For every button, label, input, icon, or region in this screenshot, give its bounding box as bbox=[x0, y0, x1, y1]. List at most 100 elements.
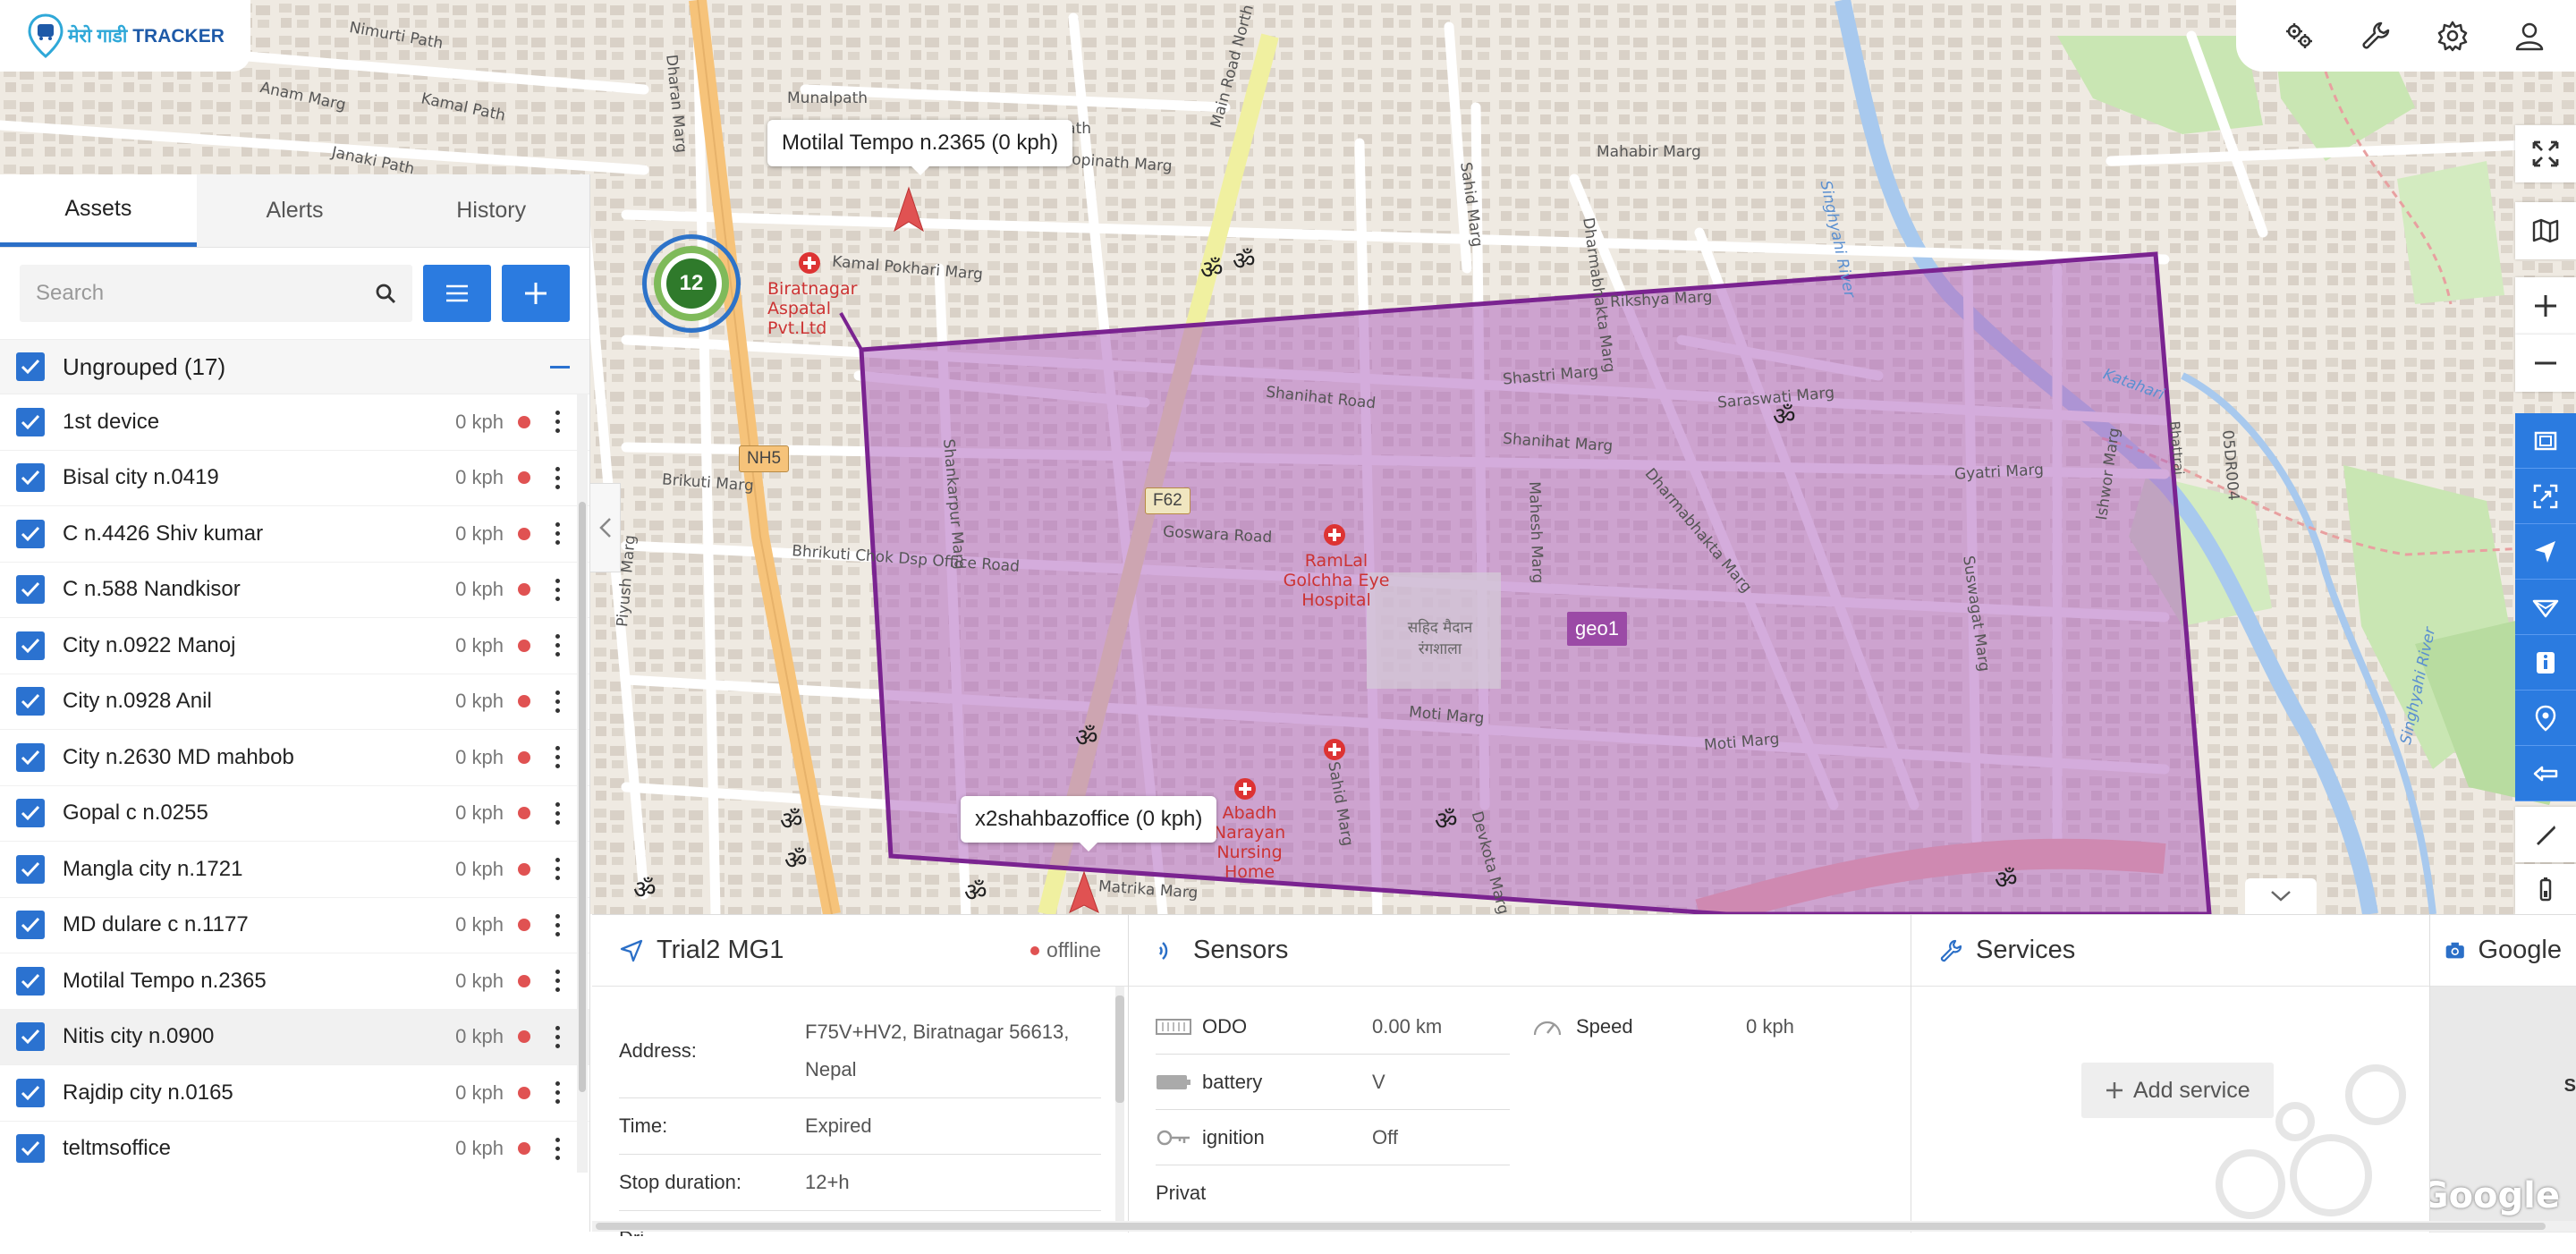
asset-row[interactable]: Gopal c n.0255 0 kph bbox=[0, 786, 589, 842]
asset-list[interactable]: 1st device 0 kph Bisal city n.0419 0 kph C n… bbox=[0, 394, 589, 1173]
sidebar-collapse-handle[interactable] bbox=[590, 483, 621, 572]
zoom-out-button[interactable] bbox=[2515, 335, 2576, 392]
asset-info-title: Trial2 MG1 bbox=[657, 936, 784, 964]
more-options-icon[interactable] bbox=[555, 1137, 561, 1160]
geofence-label[interactable]: geo1 bbox=[1567, 612, 1627, 646]
list-view-button[interactable] bbox=[423, 265, 491, 322]
gear-icon[interactable] bbox=[2436, 20, 2469, 52]
more-options-icon[interactable] bbox=[555, 913, 561, 936]
tool-geofence[interactable] bbox=[2515, 746, 2576, 801]
check-icon bbox=[21, 1085, 40, 1100]
more-options-icon[interactable] bbox=[555, 411, 561, 434]
asset-row[interactable]: Rajdip city n.0165 0 kph bbox=[0, 1065, 589, 1122]
tab-assets[interactable]: Assets bbox=[0, 174, 197, 247]
tab-history[interactable]: History bbox=[393, 174, 590, 247]
tool-measure[interactable] bbox=[2515, 807, 2576, 862]
asset-checkbox[interactable] bbox=[16, 687, 45, 716]
wrench-icon[interactable] bbox=[2360, 20, 2392, 52]
asset-row[interactable]: MD dulare c n.1177 0 kph bbox=[0, 898, 589, 953]
vehicle-popup-x2shahbaz[interactable]: x2shahbazoffice (0 kph) bbox=[961, 796, 1217, 852]
asset-list-scrollbar[interactable] bbox=[577, 394, 588, 1173]
more-options-icon[interactable] bbox=[555, 522, 561, 546]
asset-checkbox[interactable] bbox=[16, 742, 45, 772]
bottom-info-panels: Trial2 MG1 offline Address: F75V+HV2, Bir… bbox=[592, 914, 2576, 1236]
tool-route[interactable] bbox=[2515, 580, 2576, 635]
asset-checkbox[interactable] bbox=[16, 1078, 45, 1107]
asset-speed: 0 kph bbox=[455, 913, 504, 936]
fullscreen-button[interactable] bbox=[2515, 125, 2576, 182]
asset-row[interactable]: 1st device 0 kph bbox=[0, 394, 589, 451]
asset-checkbox[interactable] bbox=[16, 575, 45, 605]
tool-battery[interactable] bbox=[2515, 864, 2576, 914]
more-options-icon[interactable] bbox=[555, 690, 561, 713]
tool-poi[interactable] bbox=[2515, 691, 2576, 746]
add-asset-button[interactable] bbox=[502, 265, 570, 322]
tool-focus[interactable] bbox=[2515, 469, 2576, 524]
asset-speed: 0 kph bbox=[455, 633, 504, 657]
asset-row[interactable]: Bisal city n.0419 0 kph bbox=[0, 451, 589, 506]
more-options-icon[interactable] bbox=[555, 1081, 561, 1105]
asset-checkbox[interactable] bbox=[16, 463, 45, 493]
bottom-panel-toggle[interactable] bbox=[2245, 878, 2317, 914]
tab-alerts[interactable]: Alerts bbox=[196, 174, 394, 247]
asset-checkbox[interactable] bbox=[16, 854, 45, 884]
asset-row[interactable]: City n.0928 Anil 0 kph bbox=[0, 674, 589, 730]
group-header-ungrouped[interactable]: Ungrouped (17) bbox=[0, 339, 589, 394]
temple-icon: ॐ bbox=[1995, 865, 2018, 894]
add-service-button[interactable]: Add service bbox=[2081, 1063, 2274, 1118]
asset-info-scrollbar[interactable] bbox=[1115, 987, 1124, 1228]
asset-checkbox[interactable] bbox=[16, 799, 45, 828]
asset-row[interactable]: City n.0922 Manoj 0 kph bbox=[0, 618, 589, 674]
more-options-icon[interactable] bbox=[555, 466, 561, 489]
asset-row[interactable]: Mangla city n.1721 0 kph bbox=[0, 842, 589, 898]
search-icon[interactable] bbox=[375, 283, 396, 304]
asset-row[interactable]: Motilal Tempo n.2365 0 kph bbox=[0, 953, 589, 1010]
user-icon[interactable] bbox=[2513, 20, 2546, 52]
bottom-horizontal-scrollbar[interactable] bbox=[592, 1221, 2576, 1232]
zoom-in-button[interactable] bbox=[2515, 277, 2576, 335]
more-options-icon[interactable] bbox=[555, 970, 561, 993]
poi-abadh-narayan-nursing-home[interactable]: Abadh Narayan Nursing Home bbox=[1209, 803, 1290, 882]
group-checkbox[interactable] bbox=[16, 352, 45, 381]
more-options-icon[interactable] bbox=[555, 801, 561, 825]
app-logo[interactable]: मेरो गाडी TRACKER bbox=[0, 0, 250, 72]
asset-row[interactable]: teltmsoffice 0 kph bbox=[0, 1122, 589, 1174]
asset-checkbox[interactable] bbox=[16, 1134, 45, 1164]
asset-checkbox[interactable] bbox=[16, 1022, 45, 1052]
temple-icon: ॐ bbox=[1075, 723, 1098, 752]
more-options-icon[interactable] bbox=[555, 578, 561, 601]
sensor-odo: ODO 0.00 km bbox=[1156, 999, 1510, 1055]
check-icon bbox=[21, 973, 40, 988]
asset-checkbox[interactable] bbox=[16, 966, 45, 996]
search-input[interactable] bbox=[36, 281, 375, 306]
asset-checkbox[interactable] bbox=[16, 631, 45, 660]
poi-biratnagar-aspatal[interactable]: Biratnagar Aspatal Pvt.Ltd bbox=[767, 279, 875, 338]
geofence-icon bbox=[2533, 766, 2558, 781]
users-gear-icon[interactable] bbox=[2283, 20, 2315, 52]
sensor-speed: Speed 0 kph bbox=[1530, 999, 1884, 1055]
more-options-icon[interactable] bbox=[555, 858, 561, 881]
collapse-group-icon[interactable] bbox=[550, 365, 570, 369]
asset-checkbox[interactable] bbox=[16, 911, 45, 940]
asset-checkbox[interactable] bbox=[16, 407, 45, 436]
asset-row[interactable]: City n.2630 MD mahbob 0 kph bbox=[0, 730, 589, 786]
asset-row[interactable]: C n.4426 Shiv kumar 0 kph bbox=[0, 506, 589, 563]
asset-row[interactable]: Nitis city n.0900 0 kph bbox=[0, 1009, 589, 1065]
more-options-icon[interactable] bbox=[555, 634, 561, 657]
tool-info[interactable] bbox=[2515, 635, 2576, 691]
tool-navigate[interactable] bbox=[2515, 524, 2576, 580]
asset-checkbox[interactable] bbox=[16, 519, 45, 548]
search-row bbox=[0, 248, 589, 339]
check-icon bbox=[21, 694, 40, 709]
more-options-icon[interactable] bbox=[555, 746, 561, 769]
asset-name: Bisal city n.0419 bbox=[63, 465, 219, 490]
poi-ramlal-eye-hospital[interactable]: RamLal Golchha Eye Hospital bbox=[1281, 551, 1392, 610]
asset-row[interactable]: C n.588 Nandkisor 0 kph bbox=[0, 563, 589, 618]
vehicle-popup-motilal[interactable]: Motilal Tempo n.2365 (0 kph) bbox=[767, 120, 1073, 175]
tool-fit-bounds[interactable] bbox=[2515, 413, 2576, 469]
map-layers-button[interactable] bbox=[2515, 202, 2576, 259]
vehicle-cluster[interactable]: 12 bbox=[642, 234, 741, 333]
more-options-icon[interactable] bbox=[555, 1025, 561, 1048]
poi-sahid-maidan[interactable]: सहिद मैदान रंगशाला bbox=[1395, 617, 1485, 660]
scrollbar-thumb[interactable] bbox=[579, 502, 586, 1092]
